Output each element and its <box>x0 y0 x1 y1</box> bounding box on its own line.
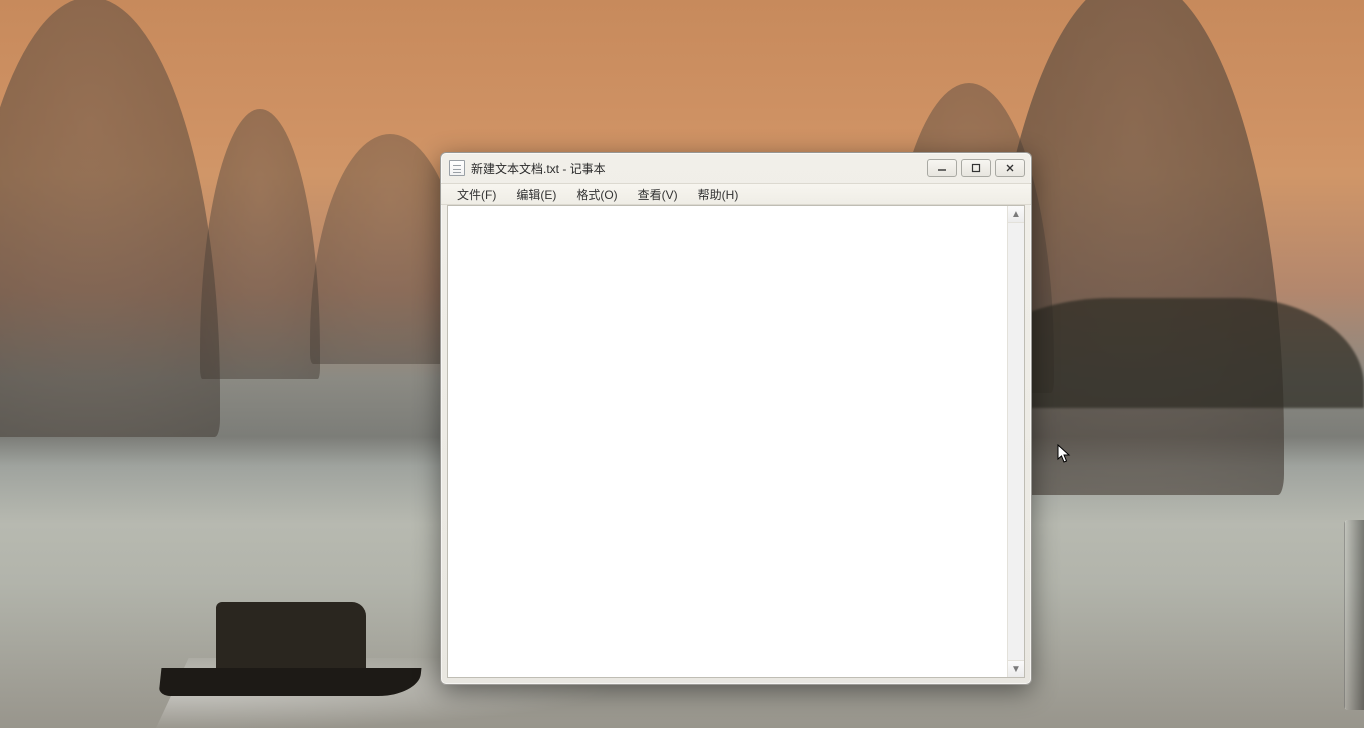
side-panel-handle[interactable] <box>1344 520 1364 710</box>
notepad-window[interactable]: 新建文本文档.txt - 记事本 文件(F) 编辑(E) 格式(O) 查看(V)… <box>440 152 1032 685</box>
notepad-icon <box>449 160 465 176</box>
close-button[interactable] <box>995 159 1025 177</box>
chevron-down-icon: ▼ <box>1011 664 1021 675</box>
window-controls <box>927 159 1025 177</box>
menu-format[interactable]: 格式(O) <box>566 184 627 205</box>
titlebar[interactable]: 新建文本文档.txt - 记事本 <box>441 153 1031 183</box>
menu-view[interactable]: 查看(V) <box>628 184 688 205</box>
menu-help[interactable]: 帮助(H) <box>688 184 749 205</box>
menu-file[interactable]: 文件(F) <box>447 184 506 205</box>
scroll-up-button[interactable]: ▲ <box>1008 206 1024 223</box>
minimize-icon <box>937 163 947 173</box>
window-title: 新建文本文档.txt - 记事本 <box>471 160 921 177</box>
chevron-up-icon: ▲ <box>1011 209 1021 220</box>
text-editor[interactable] <box>448 206 1007 677</box>
wallpaper-decoration <box>160 586 420 696</box>
wallpaper-decoration <box>0 0 220 437</box>
close-icon <box>1005 163 1015 173</box>
editor-client-area: ▲ ▼ <box>447 205 1025 678</box>
menubar: 文件(F) 编辑(E) 格式(O) 查看(V) 帮助(H) <box>441 183 1031 205</box>
menu-edit[interactable]: 编辑(E) <box>506 184 566 205</box>
maximize-button[interactable] <box>961 159 991 177</box>
minimize-button[interactable] <box>927 159 957 177</box>
wallpaper-decoration <box>200 109 320 379</box>
vertical-scrollbar[interactable]: ▲ ▼ <box>1007 206 1024 677</box>
maximize-icon <box>971 163 981 173</box>
scroll-down-button[interactable]: ▼ <box>1008 660 1024 677</box>
